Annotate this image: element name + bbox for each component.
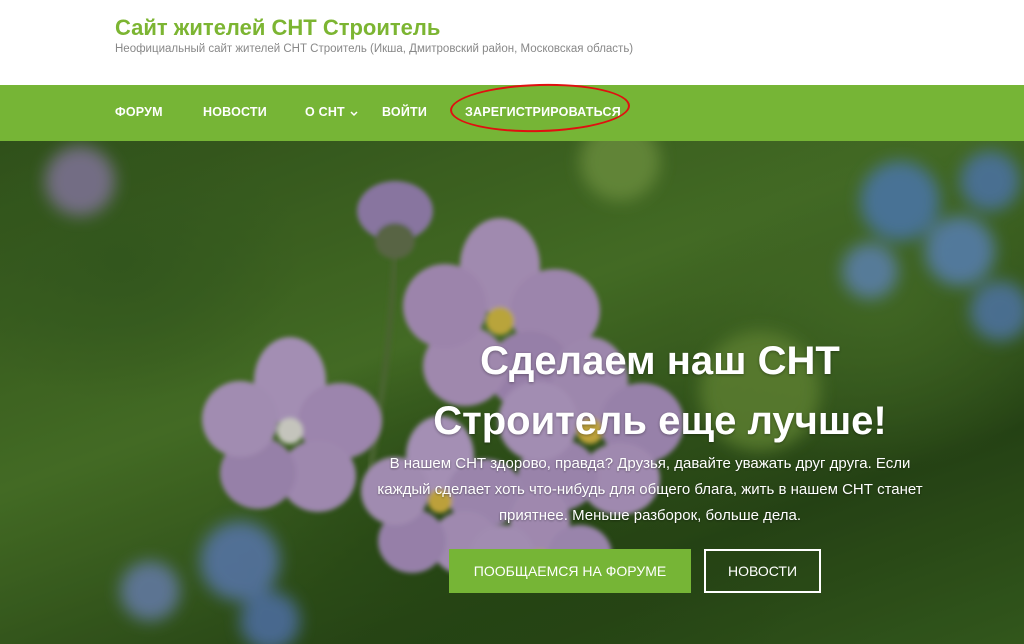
hero-description: В нашем СНТ здорово, правда? Друзья, дав… — [345, 451, 955, 529]
site-header: Сайт жителей СНТ Строитель Неофициальный… — [0, 0, 1024, 85]
nav-item-about-label: О СНТ — [305, 105, 345, 119]
hero-title: Сделаем наш СНТ Строитель еще лучше! — [350, 331, 970, 451]
hero-section: Сделаем наш СНТ Строитель еще лучше! В н… — [0, 141, 1024, 644]
hero-title-line: Строитель еще лучше! — [433, 399, 887, 443]
nav-item-forum[interactable]: ФОРУМ — [115, 105, 163, 119]
nav-item-about[interactable]: О СНТ — [305, 105, 358, 120]
news-button[interactable]: НОВОСТИ — [704, 549, 821, 593]
nav-item-news[interactable]: НОВОСТИ — [203, 105, 267, 119]
site-description: Неофициальный сайт жителей СНТ Строитель… — [115, 43, 634, 55]
site-title[interactable]: Сайт жителей СНТ Строитель — [115, 15, 440, 41]
hero-title-line: Сделаем наш СНТ — [480, 339, 840, 383]
nav-item-login[interactable]: ВОЙТИ — [382, 105, 427, 119]
nav-item-register[interactable]: ЗАРЕГИСТРИРОВАТЬСЯ — [465, 105, 621, 119]
hero-text-line: каждый сделает хоть что-нибудь для общег… — [377, 481, 923, 498]
chevron-down-icon — [350, 106, 358, 120]
main-navigation: ФОРУМ НОВОСТИ О СНТ ВОЙТИ ЗАРЕГИСТРИРОВА… — [0, 85, 1024, 141]
forum-button[interactable]: ПООБЩАЕМСЯ НА ФОРУМЕ — [449, 549, 691, 593]
hero-text-line: В нашем СНТ здорово, правда? Друзья, дав… — [389, 455, 911, 472]
hero-text-line: приятнее. Меньше разборок, больше дела. — [498, 507, 802, 524]
